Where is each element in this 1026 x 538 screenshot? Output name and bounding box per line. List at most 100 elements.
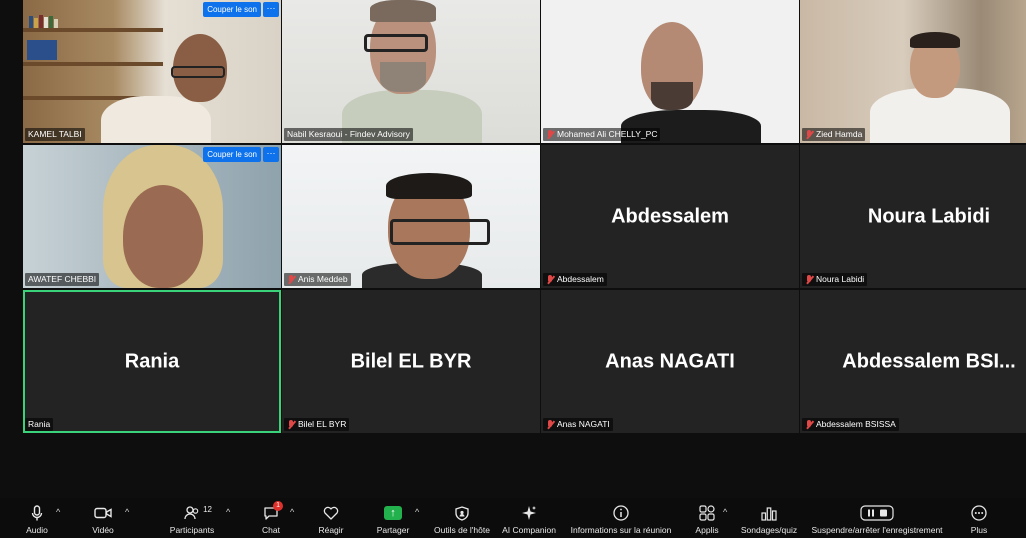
mic-muted-icon	[546, 129, 554, 140]
mute-participant-button[interactable]: Couper le son	[203, 147, 261, 162]
participants-icon: 12	[181, 504, 212, 522]
video-tile-zied-hamda[interactable]: Zied Hamda	[800, 0, 1026, 143]
video-tile-awatef-chebbi[interactable]: Couper le son ··· AWATEF CHEBBI	[23, 145, 281, 288]
share-screen-button[interactable]: ↑ Partager	[374, 498, 412, 538]
participants-label: Participants	[169, 525, 215, 535]
audio-options-caret-icon[interactable]: ^	[56, 507, 60, 517]
bar-chart-icon	[758, 504, 780, 522]
heart-reaction-icon	[320, 504, 342, 522]
participant-name-label: Rania	[25, 418, 54, 431]
host-tools-button[interactable]: Outils de l'hôte	[432, 498, 492, 538]
participant-name-label: Anas NAGATI	[543, 418, 613, 431]
participant-name: Bilel EL BYR	[298, 419, 347, 429]
mic-muted-icon	[805, 129, 813, 140]
mic-muted-icon	[546, 419, 554, 430]
person-hair	[370, 0, 436, 22]
participant-display-name: Anas NAGATI	[605, 350, 735, 372]
video-options-caret-icon[interactable]: ^	[125, 507, 129, 517]
meeting-info-button[interactable]: Informations sur la réunion	[566, 498, 676, 538]
participant-name: Anas NAGATI	[557, 419, 610, 429]
mic-muted-icon	[287, 419, 295, 430]
more-label: Plus	[970, 525, 988, 535]
participant-name-label: Nabil Kesraoui - Findev Advisory	[284, 128, 413, 141]
sparkle-icon	[518, 504, 540, 522]
participant-name-label: Noura Labidi	[802, 273, 868, 286]
chat-options-caret-icon[interactable]: ^	[290, 507, 294, 517]
apps-button[interactable]: Applis	[692, 498, 722, 538]
more-options-button[interactable]: ···	[263, 147, 279, 162]
video-tile-abdessalem-bsissa[interactable]: Abdessalem BSI... Abdessalem BSISSA	[800, 290, 1026, 433]
person-hair	[386, 173, 472, 199]
participant-name: AWATEF CHEBBI	[28, 274, 97, 284]
video-label: Vidéo	[92, 525, 114, 535]
participant-display-name: Abdessalem	[611, 205, 729, 227]
recording-label: Suspendre/arrêter l'enregistrement	[811, 525, 943, 535]
info-icon	[610, 504, 632, 522]
person-head	[123, 185, 203, 288]
participant-name: Rania	[28, 419, 51, 429]
chat-unread-badge: 1	[273, 501, 283, 511]
react-button[interactable]: Réagir	[316, 498, 346, 538]
participant-display-name: Abdessalem BSI...	[842, 350, 1016, 372]
participant-name-label: Abdessalem BSISSA	[802, 418, 899, 431]
participant-name-label: Mohamed Ali CHELLY_PC	[543, 128, 661, 141]
shield-icon	[451, 504, 473, 522]
meeting-info-label: Informations sur la réunion	[570, 525, 672, 535]
polls-label: Sondages/quiz	[740, 525, 798, 535]
pause-stop-recording-icon	[860, 504, 894, 522]
video-tile-noura-labidi[interactable]: Noura Labidi Noura Labidi	[800, 145, 1026, 288]
participants-options-caret-icon[interactable]: ^	[226, 507, 230, 517]
person-hair	[910, 32, 960, 48]
participant-name: Zied Hamda	[816, 129, 863, 139]
video-tile-anas-nagati[interactable]: Anas NAGATI Anas NAGATI	[541, 290, 799, 433]
mic-muted-icon	[805, 419, 813, 430]
apps-label: Applis	[695, 525, 719, 535]
video-tile-anis-meddeb[interactable]: Anis Meddeb	[282, 145, 540, 288]
ai-companion-label: AI Companion	[502, 525, 556, 535]
participant-name: Mohamed Ali CHELLY_PC	[557, 129, 658, 139]
mic-muted-icon	[805, 274, 813, 285]
apps-icon	[696, 504, 718, 522]
participant-name-label: AWATEF CHEBBI	[25, 273, 100, 286]
person-torso	[101, 96, 211, 143]
apps-options-caret-icon[interactable]: ^	[723, 507, 727, 517]
polls-button[interactable]: Sondages/quiz	[738, 498, 800, 538]
recording-controls-button[interactable]: Suspendre/arrêter l'enregistrement	[806, 498, 948, 538]
participant-name: KAMEL TALBI	[28, 129, 82, 139]
participant-name: Abdessalem	[557, 274, 604, 284]
participants-button[interactable]: 12 Participants	[166, 498, 218, 538]
share-label: Partager	[376, 525, 410, 535]
participant-name: Anis Meddeb	[298, 274, 348, 284]
mute-participant-button[interactable]: Couper le son	[203, 2, 261, 17]
video-tile-abdessalem[interactable]: Abdessalem Abdessalem	[541, 145, 799, 288]
video-grid: Couper le son ··· KAMEL TALBI Nabil Kesr…	[23, 0, 1026, 434]
video-tile-kamel-talbi[interactable]: Couper le son ··· KAMEL TALBI	[23, 0, 281, 143]
chat-icon: 1	[260, 501, 283, 522]
react-label: Réagir	[318, 525, 344, 535]
video-tile-bilel-el-byr[interactable]: Bilel EL BYR Bilel EL BYR	[282, 290, 540, 433]
participant-name: Nabil Kesraoui - Findev Advisory	[287, 129, 410, 139]
audio-label: Audio	[26, 525, 48, 535]
video-camera-icon	[92, 504, 114, 522]
more-options-button[interactable]: ···	[263, 2, 279, 17]
audio-button[interactable]: Audio	[22, 498, 52, 538]
ai-companion-button[interactable]: AI Companion	[500, 498, 558, 538]
video-tile-rania-active-speaker[interactable]: Rania Rania	[23, 290, 281, 433]
participant-name-label: Abdessalem	[543, 273, 607, 286]
participant-name-label: Zied Hamda	[802, 128, 866, 141]
meeting-toolbar: Audio ^ Vidéo ^ 12 Participants ^ 1 Chat…	[0, 498, 1026, 538]
more-button[interactable]: Plus	[964, 498, 994, 538]
share-screen-icon: ↑	[382, 504, 404, 522]
glasses	[364, 34, 428, 52]
bookshelf	[23, 28, 163, 32]
chat-button[interactable]: 1 Chat	[258, 498, 284, 538]
share-options-caret-icon[interactable]: ^	[415, 507, 419, 517]
video-button[interactable]: Vidéo	[88, 498, 118, 538]
video-tile-nabil-kesraoui[interactable]: Nabil Kesraoui - Findev Advisory	[282, 0, 540, 143]
more-options-icon	[968, 504, 990, 522]
person-beard	[651, 82, 693, 110]
participant-display-name: Rania	[124, 350, 180, 372]
video-tile-mohamed-ali-chelly[interactable]: Mohamed Ali CHELLY_PC	[541, 0, 799, 143]
glasses	[171, 66, 225, 78]
participant-display-name: Noura Labidi	[867, 205, 991, 227]
